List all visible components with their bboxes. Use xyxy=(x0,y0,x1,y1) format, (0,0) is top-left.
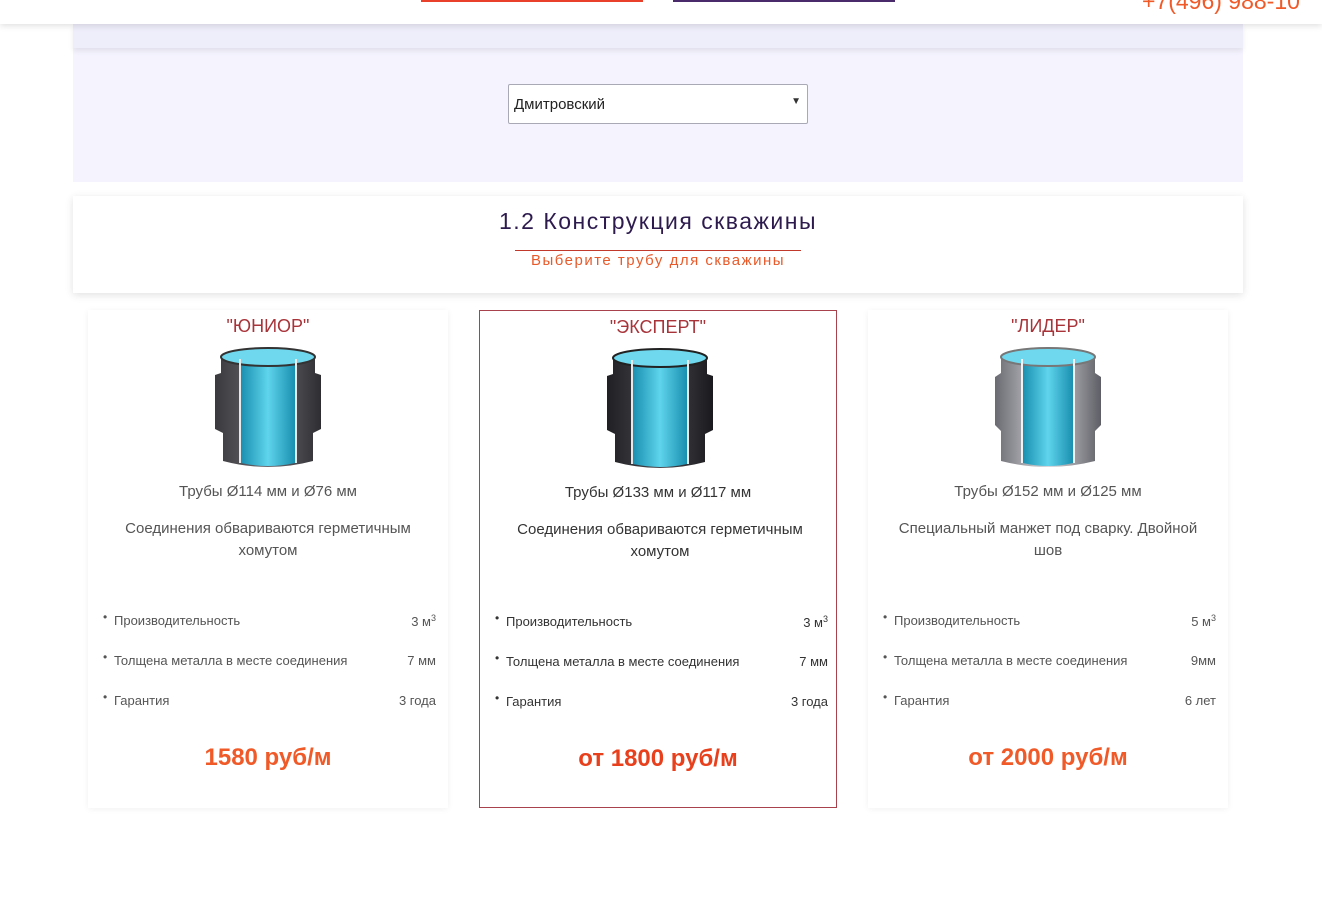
card-description: Соединения обвариваются герметичным хому… xyxy=(517,521,803,560)
district-select[interactable]: Дмитровский ▼ xyxy=(508,84,808,124)
district-panel: Дмитровский ▼ xyxy=(73,24,1243,182)
card-name: "ЮНИОР" xyxy=(226,316,310,336)
product-card-junior[interactable]: "ЮНИОР" Трубы Ø114 мм и Ø76 мм Соединени… xyxy=(88,310,448,808)
pipe-black-icon xyxy=(607,348,713,468)
pipe-sizes: Трубы Ø133 мм и Ø117 мм xyxy=(564,484,752,501)
card-name: "ЭКСПЕРТ" xyxy=(609,317,707,337)
spec-item: Гарантия3 года xyxy=(495,691,828,731)
spec-item: Производительность3 м3 xyxy=(103,610,436,650)
spec-list: Производительность3 м3 Толщена металла в… xyxy=(103,610,436,730)
chevron-down-icon: ▼ xyxy=(791,96,801,107)
card-price: 1580 руб/м xyxy=(204,744,332,771)
spec-item: Толщена металла в месте соединения7 мм xyxy=(103,650,436,690)
spec-list: Производительность5 м3 Толщена металла в… xyxy=(883,610,1216,730)
pipe-steel-icon xyxy=(995,347,1101,467)
panel-top-shade xyxy=(73,24,1243,48)
pipe-sizes: Трубы Ø114 мм и Ø76 мм xyxy=(179,483,357,500)
spec-item: Производительность5 м3 xyxy=(883,610,1216,650)
section-title: 1.2 Конструкция скважины xyxy=(498,208,818,234)
section-header: 1.2 Конструкция скважины Выберите трубу … xyxy=(73,196,1243,293)
spec-item: Толщена металла в месте соединения7 мм xyxy=(495,651,828,691)
spec-item: Толщена металла в месте соединения9мм xyxy=(883,650,1216,690)
header-phone[interactable]: +7(496) 988-10 xyxy=(1142,0,1300,15)
pipe-dark-icon xyxy=(215,347,321,467)
product-card-expert[interactable]: "ЭКСПЕРТ" Трубы Ø133 мм и Ø117 мм Соедин… xyxy=(479,310,837,808)
card-description: Специальный манжет под сварку. Двойной ш… xyxy=(898,520,1198,559)
card-price: от 1800 руб/м xyxy=(578,745,738,772)
spec-list: Производительность3 м3 Толщена металла в… xyxy=(495,611,828,731)
nav-underline-red xyxy=(421,0,643,2)
spec-item: Производительность3 м3 xyxy=(495,611,828,651)
section-subtitle: Выберите трубу для скважины xyxy=(530,252,786,269)
card-name: "ЛИДЕР" xyxy=(1011,316,1085,336)
product-card-leader[interactable]: "ЛИДЕР" Трубы Ø152 мм и Ø125 мм Специаль… xyxy=(868,310,1228,808)
district-select-value: Дмитровский xyxy=(514,96,606,113)
top-header: +7(496) 988-10 xyxy=(0,0,1322,24)
card-price: от 2000 руб/м xyxy=(968,744,1128,771)
nav-underline-purple xyxy=(673,0,895,2)
pipe-sizes: Трубы Ø152 мм и Ø125 мм xyxy=(954,483,1142,500)
section-divider xyxy=(515,250,801,251)
spec-item: Гарантия3 года xyxy=(103,690,436,730)
card-description: Соединения обвариваются герметичным хому… xyxy=(125,520,411,559)
spec-item: Гарантия6 лет xyxy=(883,690,1216,730)
